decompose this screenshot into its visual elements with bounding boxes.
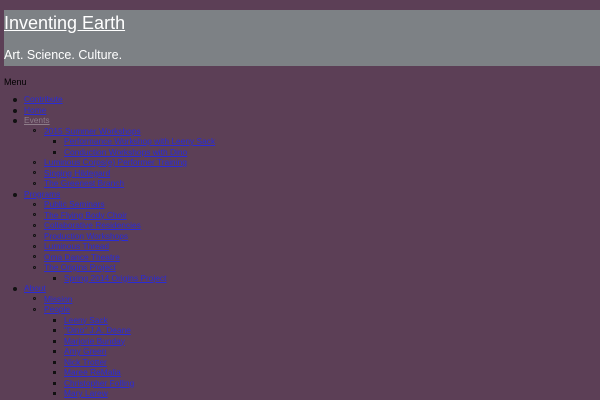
origins-submenu: Spring 2014 Origins Project — [44, 273, 215, 284]
nav-item-collaborative-residencies: Collaborative Residencies — [24, 220, 215, 231]
nav-item-person: Leeny Sack — [44, 315, 215, 326]
nav-item-singing-hildegard: Singing Hildegard — [24, 168, 215, 179]
workshops-submenu: Performance Workshop with Leeny Sack Con… — [44, 136, 215, 157]
nav-item-performance-workshop: Performance Workshop with Leeny Sack — [44, 136, 215, 147]
nav-link-home[interactable]: Home — [24, 105, 46, 115]
nav-item-production-workshops: Production Workshops — [24, 231, 215, 242]
site-title-link[interactable]: Inventing Earth — [4, 12, 125, 34]
nav-link-luminous-thread[interactable]: Luminous Thread — [44, 241, 109, 251]
nav-link-singing-hildegard[interactable]: Singing Hildegard — [44, 168, 110, 178]
nav-item-person: "Dino" J.A. Deane — [44, 325, 215, 336]
nav-item-public-seminars: Public Seminars — [24, 199, 215, 210]
nav-link-conduction-workshops[interactable]: Conduction Workshops with Dino — [64, 147, 187, 157]
nav-link-maree-remalia[interactable]: Maree ReMalia — [64, 367, 121, 377]
nav-link-mary-larew[interactable]: Mary Larew — [64, 388, 108, 398]
menu-toggle[interactable]: Menu — [4, 76, 27, 88]
nav-item-contribute: Contribute — [0, 94, 215, 105]
nav-item-mission: Mission — [24, 294, 215, 305]
nav-item-luminous-thread: Luminous Thread — [24, 241, 215, 252]
nav-link-origins-project[interactable]: The Origins Project — [44, 262, 116, 272]
nav-item-spring-2014-origins: Spring 2014 Origins Project — [44, 273, 215, 284]
nav-link-people[interactable]: People — [44, 304, 70, 314]
events-submenu: 2015 Summer Workshops Performance Worksh… — [24, 126, 215, 189]
nav-link-2015-summer-workshops[interactable]: 2015 Summer Workshops — [44, 126, 141, 136]
nav-link-oma-dance-theatre[interactable]: Oma Dance Theatre — [44, 252, 120, 262]
nav-link-programs[interactable]: Programs — [24, 189, 60, 199]
nav-link-marjorie-bunday[interactable]: Marjorie Bunday — [64, 336, 125, 346]
nav-link-leeny-sack[interactable]: Leeny Sack — [64, 315, 108, 325]
nav-link-production-workshops[interactable]: Production Workshops — [44, 231, 128, 241]
nav-link-amy-green[interactable]: Amy Green — [64, 346, 106, 356]
nav-link-about[interactable]: About — [24, 283, 46, 293]
nav-link-spring-2014-origins[interactable]: Spring 2014 Origins Project — [64, 273, 166, 283]
nav-link-collaborative-residencies[interactable]: Collaborative Residencies — [44, 220, 141, 230]
nav-item-home: Home — [0, 105, 215, 116]
nav-link-public-seminars[interactable]: Public Seminars — [44, 199, 105, 209]
nav-item-person: Nick Trotter — [44, 357, 215, 368]
nav-item-person: Maree ReMalia — [44, 367, 215, 378]
nav-link-luminous-training[interactable]: Luminous Corps(e) Performer Training — [44, 157, 187, 167]
programs-submenu: Public Seminars The Flying Body Choir Co… — [24, 199, 215, 283]
main-navigation: Contribute Home Events 2015 Summer Works… — [0, 94, 215, 399]
nav-link-greenest-branch[interactable]: The Greenest Branch — [44, 178, 124, 188]
nav-item-person: Mary Larew — [44, 388, 215, 399]
nav-list: Contribute Home Events 2015 Summer Works… — [0, 94, 215, 399]
nav-item-luminous-training: Luminous Corps(e) Performer Training — [24, 157, 215, 168]
nav-item-flying-body-choir: The Flying Body Choir — [24, 210, 215, 221]
nav-link-flying-body-choir[interactable]: The Flying Body Choir — [44, 210, 127, 220]
nav-link-dino-deane[interactable]: "Dino" J.A. Deane — [64, 325, 131, 335]
nav-link-christopher-folling[interactable]: Christopher Folling — [64, 378, 134, 388]
nav-item-people: People Leeny Sack "Dino" J.A. Deane Marj… — [24, 304, 215, 399]
nav-item-programs: Programs Public Seminars The Flying Body… — [0, 189, 215, 284]
nav-item-origins-project: The Origins Project Spring 2014 Origins … — [24, 262, 215, 283]
nav-item-2015-summer-workshops: 2015 Summer Workshops Performance Worksh… — [24, 126, 215, 158]
site-header: Inventing Earth Art. Science. Culture. — [4, 10, 600, 66]
nav-link-nick-trotter[interactable]: Nick Trotter — [64, 357, 107, 367]
nav-item-events: Events 2015 Summer Workshops Performance… — [0, 115, 215, 189]
nav-item-about: About Mission People Leeny Sack "Dino" J… — [0, 283, 215, 399]
site-tagline: Art. Science. Culture. — [4, 48, 123, 62]
nav-link-mission[interactable]: Mission — [44, 294, 72, 304]
about-submenu: Mission People Leeny Sack "Dino" J.A. De… — [24, 294, 215, 399]
people-submenu: Leeny Sack "Dino" J.A. Deane Marjorie Bu… — [44, 315, 215, 399]
nav-item-greenest-branch: The Greenest Branch — [24, 178, 215, 189]
nav-item-person: Marjorie Bunday — [44, 336, 215, 347]
nav-item-person: Christopher Folling — [44, 378, 215, 389]
nav-item-conduction-workshops: Conduction Workshops with Dino — [44, 147, 215, 158]
nav-link-contribute[interactable]: Contribute — [24, 94, 63, 104]
nav-link-events[interactable]: Events — [24, 115, 50, 125]
nav-item-person: Amy Green — [44, 346, 215, 357]
nav-link-performance-workshop[interactable]: Performance Workshop with Leeny Sack — [64, 136, 215, 146]
nav-item-oma-dance-theatre: Oma Dance Theatre — [24, 252, 215, 263]
